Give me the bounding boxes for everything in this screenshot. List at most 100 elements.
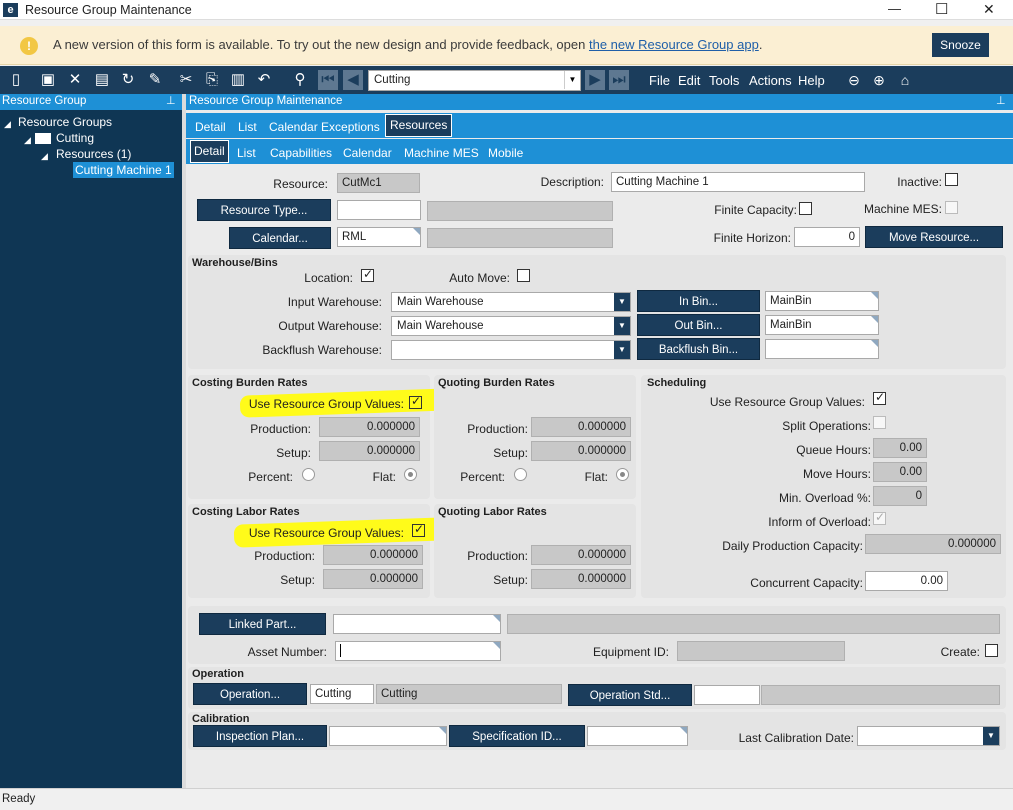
chevron-down-icon[interactable]: ▼: [983, 727, 999, 745]
scheduling-use-checkbox[interactable]: ✓: [873, 390, 886, 405]
description-input[interactable]: Cutting Machine 1: [611, 172, 865, 192]
costing-burden-flat-radio[interactable]: [404, 468, 417, 481]
tab-resources[interactable]: Resources: [385, 114, 453, 137]
inactive-checkbox[interactable]: [945, 173, 958, 186]
quoting-burden-percent-radio[interactable]: [514, 468, 527, 481]
costing-burden-use-checkbox[interactable]: ✓: [409, 394, 422, 409]
maximize-button[interactable]: ☐: [935, 0, 948, 18]
operation-std-button[interactable]: Operation Std...: [568, 684, 692, 706]
auto-move-checkbox[interactable]: [517, 269, 530, 282]
split-operations-checkbox[interactable]: [873, 416, 886, 429]
delete-icon[interactable]: ✕: [65, 70, 85, 90]
linked-part-button[interactable]: Linked Part...: [199, 613, 326, 635]
input-warehouse-select[interactable]: Main Warehouse ▼: [391, 292, 631, 312]
operation-button[interactable]: Operation...: [193, 683, 307, 705]
clear-icon[interactable]: ✎: [145, 70, 165, 90]
machine-mes-checkbox[interactable]: [945, 201, 958, 214]
last-record-icon[interactable]: ⏭: [609, 70, 629, 90]
location-checkbox[interactable]: ✓: [361, 267, 374, 282]
record-navigator[interactable]: Cutting ▼: [368, 70, 581, 91]
search-icon[interactable]: ⚲: [290, 70, 310, 90]
subtab-capabilities[interactable]: Capabilities: [267, 143, 335, 163]
chevron-down-icon[interactable]: ▼: [614, 293, 630, 311]
status-bar: Ready: [0, 788, 1013, 810]
undo-icon[interactable]: ↶: [254, 70, 274, 90]
backflush-bin-button[interactable]: Backflush Bin...: [637, 338, 760, 360]
subtab-detail[interactable]: Detail: [190, 140, 229, 163]
subtab-mobile[interactable]: Mobile: [485, 143, 526, 163]
specification-id-button[interactable]: Specification ID...: [449, 725, 585, 747]
subtab-calendar[interactable]: Calendar: [340, 143, 395, 163]
tree-expand-icon[interactable]: ◢: [4, 117, 11, 132]
in-bin-button[interactable]: In Bin...: [637, 290, 760, 312]
inspection-plan-input[interactable]: [329, 726, 447, 746]
chevron-down-icon[interactable]: ▼: [564, 71, 580, 89]
inspection-plan-button[interactable]: Inspection Plan...: [193, 725, 327, 747]
subtab-machine-mes[interactable]: Machine MES: [401, 143, 482, 163]
backflush-warehouse-select[interactable]: ▼: [391, 340, 631, 360]
close-button[interactable]: ✕: [983, 1, 995, 18]
previous-record-icon[interactable]: ◀: [343, 70, 363, 90]
create-checkbox[interactable]: [985, 644, 998, 657]
concurrent-capacity-input[interactable]: 0.00: [865, 571, 948, 591]
menu-help[interactable]: Help: [798, 73, 825, 88]
minimize-button[interactable]: —: [888, 1, 901, 16]
refresh-icon[interactable]: ↻: [118, 70, 138, 90]
asset-number-input[interactable]: [335, 641, 501, 661]
inactive-label: Inactive:: [897, 175, 942, 189]
operation-std-input[interactable]: [694, 685, 760, 705]
out-bin-button[interactable]: Out Bin...: [637, 314, 760, 336]
tree-group-cutting[interactable]: Cutting: [56, 131, 94, 146]
tab-calendar-exceptions[interactable]: Calendar Exceptions: [266, 117, 383, 137]
back-icon[interactable]: ⊖: [844, 70, 864, 90]
operation-input[interactable]: Cutting: [310, 684, 374, 704]
tab-list[interactable]: List: [235, 117, 260, 137]
inform-overload-checkbox[interactable]: ✓: [873, 510, 886, 525]
resource-type-input[interactable]: [337, 200, 421, 220]
pin-icon[interactable]: ⊥: [996, 94, 1006, 107]
specification-id-input[interactable]: [587, 726, 688, 746]
last-calibration-date-select[interactable]: ▼: [857, 726, 1000, 746]
in-bin-input[interactable]: MainBin: [765, 291, 879, 311]
cut-icon[interactable]: ✂: [176, 70, 196, 90]
banner-link[interactable]: the new Resource Group app: [589, 37, 759, 52]
costing-burden-percent-radio[interactable]: [302, 468, 315, 481]
calendar-input[interactable]: RML: [337, 227, 421, 247]
linked-part-input[interactable]: [333, 614, 501, 634]
tree-item-cutting-machine[interactable]: Cutting Machine 1: [73, 162, 174, 178]
new-icon[interactable]: ▯: [6, 70, 26, 90]
chevron-down-icon[interactable]: ▼: [614, 317, 630, 335]
copy-icon[interactable]: ⎘: [202, 70, 222, 90]
home-icon[interactable]: ⌂: [895, 70, 915, 90]
tree-expand-icon[interactable]: ◢: [41, 149, 48, 164]
calendar-button[interactable]: Calendar...: [229, 227, 331, 249]
forward-icon[interactable]: ⊕: [869, 70, 889, 90]
finite-horizon-input[interactable]: 0: [794, 227, 860, 247]
paste-icon[interactable]: ▥: [228, 70, 248, 90]
chevron-down-icon[interactable]: ▼: [614, 341, 630, 359]
menu-file[interactable]: File: [649, 73, 670, 88]
menu-tools[interactable]: Tools: [709, 73, 739, 88]
first-record-icon[interactable]: ⏮: [318, 70, 338, 90]
attachment-icon[interactable]: ▤: [92, 70, 112, 90]
next-record-icon[interactable]: ▶: [585, 70, 605, 90]
pin-icon[interactable]: ⊥: [166, 94, 176, 107]
menu-edit[interactable]: Edit: [678, 73, 700, 88]
save-icon[interactable]: ▣: [38, 70, 58, 90]
tree-root[interactable]: Resource Groups: [18, 115, 112, 130]
quoting-burden-flat-radio[interactable]: [616, 468, 629, 481]
out-bin-input[interactable]: MainBin: [765, 315, 879, 335]
tree-expand-icon[interactable]: ◢: [24, 133, 31, 148]
tree-resources[interactable]: Resources (1): [56, 147, 131, 162]
resource-type-button[interactable]: Resource Type...: [197, 199, 331, 221]
menu-actions[interactable]: Actions: [749, 73, 792, 88]
subtab-list[interactable]: List: [234, 143, 259, 163]
costing-labor-use-checkbox[interactable]: ✓: [412, 522, 425, 537]
tab-detail[interactable]: Detail: [192, 117, 229, 137]
output-warehouse-select[interactable]: Main Warehouse ▼: [391, 316, 631, 336]
finite-capacity-checkbox[interactable]: [799, 202, 812, 215]
snooze-button[interactable]: Snooze: [932, 33, 989, 57]
move-resource-button[interactable]: Move Resource...: [865, 226, 1003, 248]
banner-message: A new version of this form is available.…: [53, 37, 586, 52]
backflush-bin-input[interactable]: [765, 339, 879, 359]
